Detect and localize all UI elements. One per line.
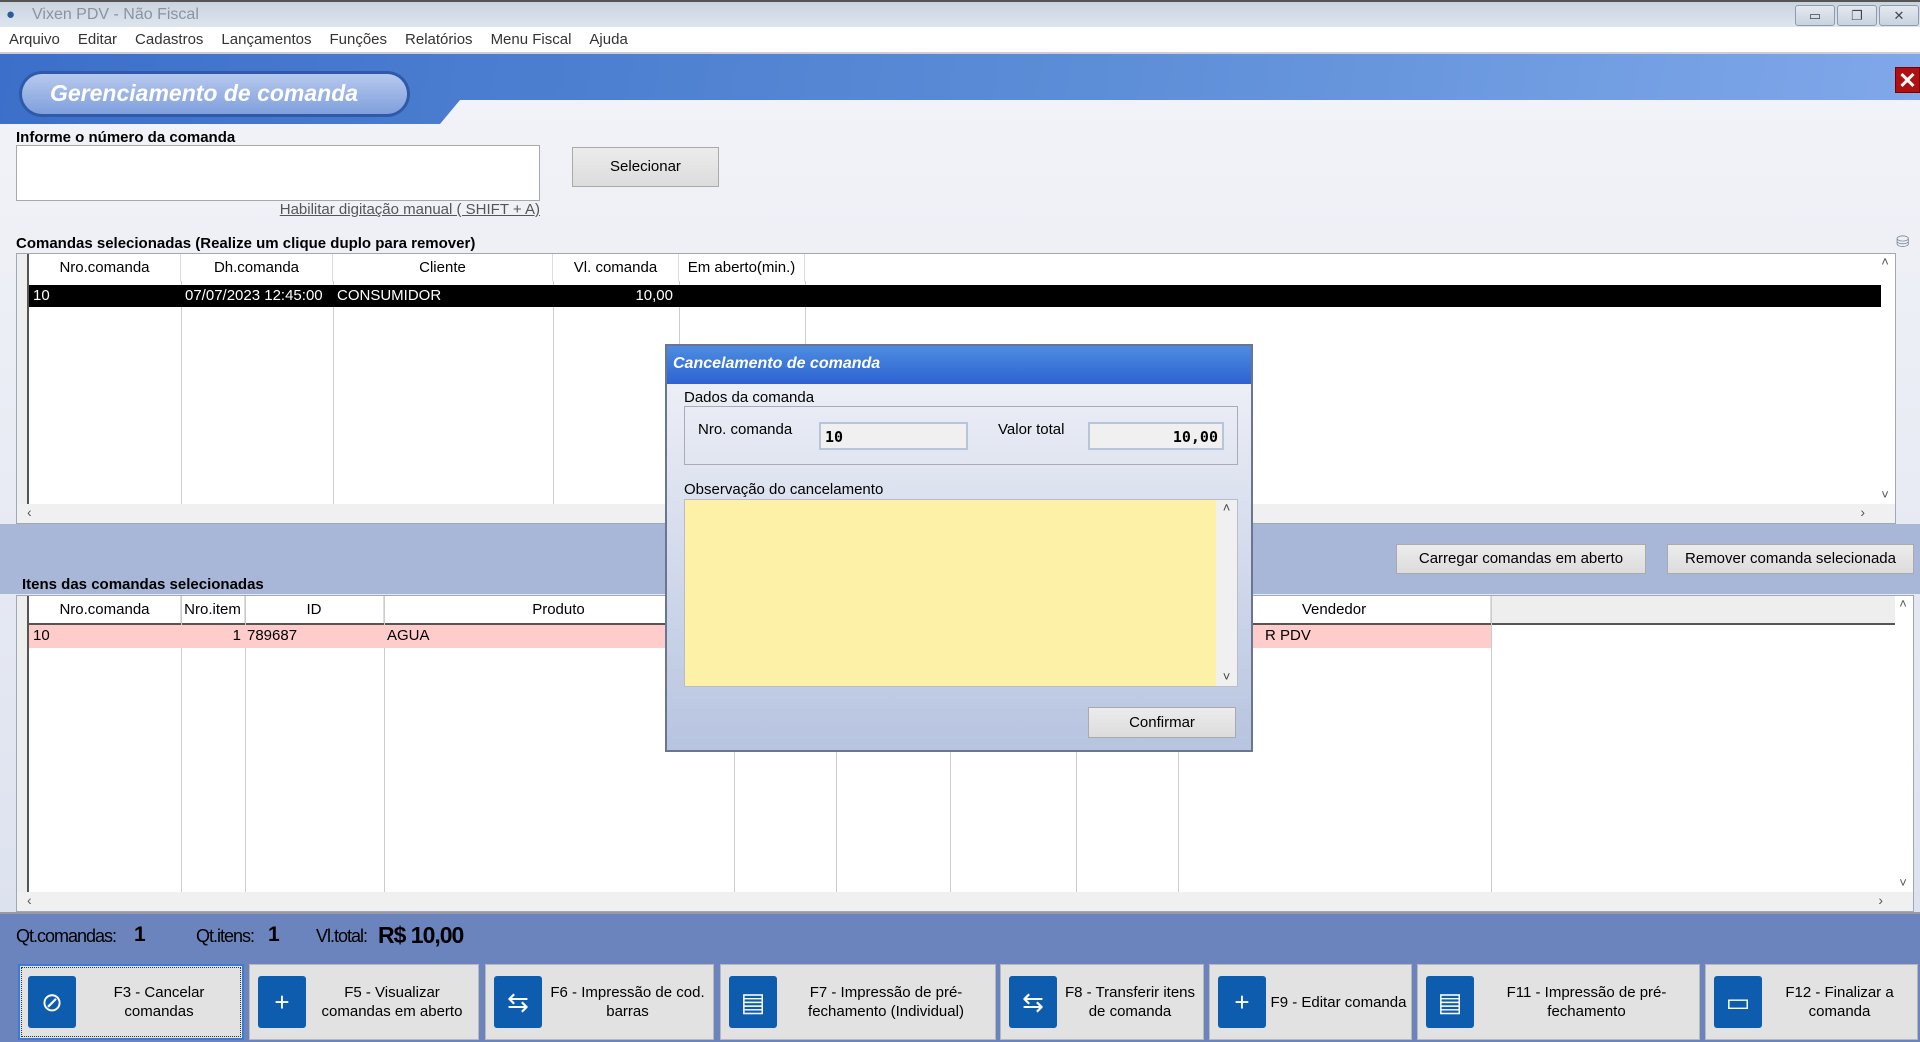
menu-editar[interactable]: Editar (69, 27, 126, 48)
qt-comandas-label: Qt.comandas: (16, 926, 117, 946)
select-button[interactable]: Selecionar (572, 147, 719, 187)
group-label: Dados da comanda (684, 389, 815, 406)
col-nro-item[interactable]: Nro.item (181, 596, 245, 623)
qt-itens-label: Qt.itens: (196, 926, 255, 946)
menu-ajuda[interactable]: Ajuda (580, 27, 636, 48)
vl-total-label: Vl.total: (316, 926, 368, 946)
valor-total-field[interactable]: 10,00 (1088, 422, 1224, 450)
qt-itens-value: 1 (268, 923, 280, 946)
button-label: F9 - Editar comanda (1270, 993, 1407, 1011)
cell-nro: 10 (33, 627, 50, 644)
add-document-icon: + (258, 976, 306, 1028)
remove-selected-comanda-button[interactable]: Remover comanda selecionada (1667, 544, 1914, 574)
col-nro-comanda[interactable]: Nro.comanda (29, 254, 181, 281)
comanda-number-input[interactable] (16, 145, 540, 201)
printer-icon: ▤ (729, 976, 777, 1028)
col-id[interactable]: ID (245, 596, 384, 623)
qt-comandas-value: 1 (134, 923, 146, 946)
col-nro-comanda[interactable]: Nro.comanda (29, 596, 181, 623)
comanda-data-group: Nro. comanda 10 Valor total 10,00 (684, 406, 1238, 465)
vl-total-value: R$ 10,00 (378, 922, 464, 948)
f3-cancel-comandas-button[interactable]: ⊘ F3 - Cancelar comandas (18, 964, 244, 1040)
button-label: F11 - Impressão de pré-fechamento (1506, 984, 1667, 1020)
button-label: F12 - Finalizar a comanda (1785, 984, 1894, 1020)
vertical-scrollbar[interactable]: ˄ ˅ (1216, 500, 1237, 686)
button-label: F5 - Visualizar comandas em aberto (321, 984, 463, 1020)
f7-print-prebill-individual-button[interactable]: ▤ F7 - Impressão de pré-fechamento (Indiv… (720, 964, 996, 1040)
f11-print-prebill-button[interactable]: ▤ F11 - Impressão de pré-fechamento (1417, 964, 1700, 1040)
f9-edit-comanda-button[interactable]: + F9 - Editar comanda (1209, 964, 1412, 1040)
cell-valor: 10,00 (635, 287, 673, 304)
vertical-scrollbar[interactable]: ˄ ˅ (1875, 254, 1895, 504)
observation-textarea[interactable] (685, 500, 1216, 686)
button-label: F7 - Impressão de pré-fechamento (Indivi… (808, 984, 964, 1020)
comanda-number-label: Informe o número da comanda (16, 129, 236, 146)
valor-total-label: Valor total (998, 421, 1065, 438)
minimize-button[interactable]: ▭ (1795, 5, 1835, 26)
nro-comanda-label: Nro. comanda (698, 421, 793, 438)
col-cliente[interactable]: Cliente (333, 254, 553, 281)
button-label: F3 - Cancelar comandas (113, 984, 205, 1020)
document-icon: ▭ (1714, 976, 1762, 1028)
col-em-aberto[interactable]: Em aberto(min.) (679, 254, 805, 281)
manual-entry-link[interactable]: Habilitar digitação manual ( SHIFT + A) (250, 201, 540, 218)
cell-cliente: CONSUMIDOR (337, 287, 442, 304)
load-open-comandas-button[interactable]: Carregar comandas em aberto (1396, 544, 1646, 574)
summary-bar: Qt.comandas: 1 Qt.itens: 1 Vl.total: R$ … (0, 912, 1920, 962)
page-title: Gerenciamento de comanda (22, 74, 407, 114)
button-label: F6 - Impressão de cod. barras (550, 984, 705, 1020)
menu-funcoes[interactable]: Funções (320, 27, 396, 48)
nro-comanda-field[interactable]: 10 (819, 422, 968, 450)
cell-nro: 10 (33, 287, 50, 304)
transfer-document-icon: ⇆ (494, 976, 542, 1028)
f6-print-barcode-button[interactable]: ⇆ F6 - Impressão de cod. barras (485, 964, 714, 1040)
menu-bar: Arquivo Editar Cadastros Lançamentos Funções… (0, 27, 1920, 54)
cell-vendedor: R PDV (1265, 627, 1311, 644)
vertical-scrollbar[interactable]: ˄ ˅ (1893, 596, 1913, 892)
function-key-bar: ⊘ F3 - Cancelar comandas + F5 - Visualizar… (0, 961, 1920, 1042)
printer-transfer-icon: ⇆ (1009, 976, 1057, 1028)
f12-finalize-comanda-button[interactable]: ▭ F12 - Finalizar a comanda (1705, 964, 1918, 1040)
add-document-icon: + (1218, 976, 1266, 1028)
f5-view-open-comandas-button[interactable]: + F5 - Visualizar comandas em aberto (249, 964, 479, 1040)
cancel-document-icon: ⊘ (28, 976, 76, 1028)
app-logo-icon: ● (6, 6, 16, 23)
window-close-button[interactable]: ✕ (1879, 5, 1919, 26)
menu-lancamentos[interactable]: Lançamentos (212, 27, 320, 48)
col-vl-comanda[interactable]: Vl. comanda (553, 254, 679, 281)
window-title: Vixen PDV - Não Fiscal (32, 6, 199, 23)
title-bar: ● Vixen PDV - Não Fiscal ▭ ❐ ✕ (0, 0, 1920, 27)
cell-produto: AGUA (387, 627, 430, 644)
menu-cadastros[interactable]: Cadastros (126, 27, 212, 48)
menu-relatorios[interactable]: Relatórios (396, 27, 482, 48)
dialog-title: Cancelamento de comanda (667, 346, 1251, 384)
menu-fiscal[interactable]: Menu Fiscal (482, 27, 581, 48)
table-row[interactable]: 10 07/07/2023 12:45:00 CONSUMIDOR 10,00 (29, 285, 1881, 307)
cell-item: 1 (232, 627, 241, 644)
itens-section-title: Itens das comandas selecionadas (22, 576, 264, 593)
database-icon: ⛁ (1896, 234, 1910, 251)
f8-transfer-items-button[interactable]: ⇆ F8 - Transferir itens de comanda (1000, 964, 1204, 1040)
close-form-button[interactable]: ✕ (1895, 67, 1920, 93)
cell-id: 789687 (247, 627, 298, 644)
col-dh-comanda[interactable]: Dh.comanda (181, 254, 333, 281)
cancel-comanda-dialog: Cancelamento de comanda Dados da comanda… (665, 344, 1253, 752)
menu-arquivo[interactable]: Arquivo (0, 27, 69, 48)
observation-label: Observação do cancelamento (684, 481, 884, 498)
comandas-section-title: Comandas selecionadas (Realize um clique… (16, 235, 476, 252)
button-label: F8 - Transferir itens de comanda (1064, 984, 1196, 1020)
printer-icon: ▤ (1426, 976, 1474, 1028)
restore-button[interactable]: ❐ (1837, 5, 1877, 26)
horizontal-scrollbar[interactable]: ‹ › (17, 892, 1913, 911)
cell-dh: 07/07/2023 12:45:00 (185, 287, 323, 304)
confirm-button[interactable]: Confirmar (1088, 707, 1236, 738)
